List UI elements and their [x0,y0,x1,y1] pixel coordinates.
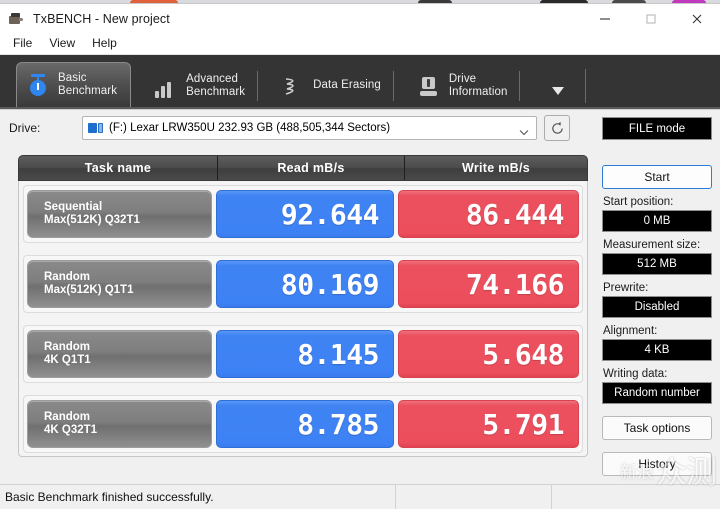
erase-wave-icon [282,74,304,98]
content-area: Drive: (F:) Lexar LRW350U 232.93 GB (488… [0,109,720,484]
drive-icon [88,122,104,134]
tab-data-erasing[interactable]: Data Erasing [272,64,394,107]
measurement-size-value[interactable]: 512 MB [602,253,712,275]
task-name-line1: Random [44,341,90,353]
status-bar: Basic Benchmark finished successfully. [0,484,720,509]
window-title: TxBENCH - New project [33,11,170,26]
write-value-cell: 5.648 [398,330,579,378]
chevron-down-icon [519,123,529,141]
write-value-cell: 86.444 [398,190,579,238]
coffee-pot-icon [8,11,24,27]
read-value-cell: 8.785 [216,400,394,448]
tab-drive-information-label: Drive Information [448,72,508,98]
tab-advanced-benchmark[interactable]: Advanced Benchmark [145,64,259,107]
maximize-icon [646,13,656,24]
task-name-line2: Max(512K) Q1T1 [44,284,134,296]
alignment-label: Alignment: [603,325,658,337]
chevron-down-icon [552,87,564,95]
task-name-line1: Random [44,411,90,423]
start-position-value[interactable]: 0 MB [602,210,712,232]
stopwatch-icon [27,73,49,97]
table-row: Random 4K Q32T1 8.785 5.791 [23,395,583,453]
window-controls [582,4,720,33]
drive-select[interactable]: (F:) Lexar LRW350U 232.93 GB (488,505,34… [82,116,537,140]
file-mode-button[interactable]: FILE mode [602,117,712,140]
title-bar: TxBENCH - New project [0,4,720,33]
tab-advanced-benchmark-label: Advanced Benchmark [186,72,246,98]
prewrite-label: Prewrite: [603,282,649,294]
task-name-line2: Max(512K) Q32T1 [44,214,140,226]
results-header: Task name Read mB/s Write mB/s [18,155,588,181]
read-value-cell: 92.644 [216,190,394,238]
minimize-icon [600,17,610,20]
task-name-line1: Sequential [44,201,103,213]
task-name-line2: 4K Q1T1 [44,354,91,366]
menu-item-view[interactable]: View [43,35,84,52]
results-body: Sequential Max(512K) Q32T1 92.644 86.444… [18,181,588,457]
write-value-cell: 74.166 [398,260,579,308]
status-pane-second [396,485,551,509]
status-message: Basic Benchmark finished successfully. [5,490,214,504]
drive-label: Drive: [9,121,41,135]
table-row: Sequential Max(512K) Q32T1 92.644 86.444 [23,185,583,243]
bar-chart-icon [155,74,177,98]
refresh-drive-button[interactable] [544,115,570,141]
column-header-task-name: Task name [19,156,218,180]
start-position-label: Start position: [603,196,674,208]
refresh-icon [551,121,563,134]
task-name-cell[interactable]: Random Max(512K) Q1T1 [27,260,212,308]
tab-data-erasing-label: Data Erasing [313,79,381,91]
measurement-size-label: Measurement size: [603,239,701,251]
column-header-write: Write mB/s [461,161,531,175]
close-button[interactable] [674,4,720,33]
writing-data-value[interactable]: Random number [602,382,712,404]
column-header-read: Read mB/s [218,156,405,180]
read-value-cell: 8.145 [216,330,394,378]
txbench-window: TxBENCH - New project File View Help Bas… [0,3,720,509]
task-options-button[interactable]: Task options [602,416,712,440]
maximize-button[interactable] [628,4,674,33]
task-name-cell[interactable]: Sequential Max(512K) Q32T1 [27,190,212,238]
tab-basic-benchmark-label: Basic Benchmark [58,72,118,97]
tab-strip: Basic Benchmark Advanced Benchmark Data … [0,55,720,109]
task-name-cell[interactable]: Random 4K Q1T1 [27,330,212,378]
minimize-button[interactable] [582,4,628,33]
history-button[interactable]: History [602,452,712,476]
writing-data-label: Writing data: [603,368,668,380]
table-row: Random 4K Q1T1 8.145 5.648 [23,325,583,383]
application-window: TxBENCH - New project File View Help Bas… [0,0,720,509]
tabstrip-divider [585,69,586,103]
prewrite-value[interactable]: Disabled [602,296,712,318]
drive-select-value: (F:) Lexar LRW350U 232.93 GB (488,505,34… [109,122,391,134]
status-pane-third [552,485,707,509]
table-row: Random Max(512K) Q1T1 80.169 74.166 [23,255,583,313]
task-name-line1: Random [44,271,90,283]
task-name-cell[interactable]: Random 4K Q32T1 [27,400,212,448]
alignment-value[interactable]: 4 KB [602,339,712,361]
close-icon [692,14,702,23]
start-button[interactable]: Start [602,165,712,189]
task-name-line2: 4K Q32T1 [44,424,98,436]
write-value-cell: 5.791 [398,400,579,448]
menu-item-help[interactable]: Help [86,35,126,52]
tab-drive-information[interactable]: Drive Information [408,64,521,107]
settings-side-panel: FILE mode Start Start position: 0 MB Mea… [594,110,720,484]
drive-info-icon [418,74,440,98]
results-panel: Task name Read mB/s Write mB/s Sequentia… [18,155,588,457]
read-value-cell: 80.169 [216,260,394,308]
tab-overflow-button[interactable] [546,81,570,101]
tab-basic-benchmark[interactable]: Basic Benchmark [16,62,132,107]
menu-bar: File View Help [0,33,720,55]
menu-item-file[interactable]: File [7,35,41,52]
